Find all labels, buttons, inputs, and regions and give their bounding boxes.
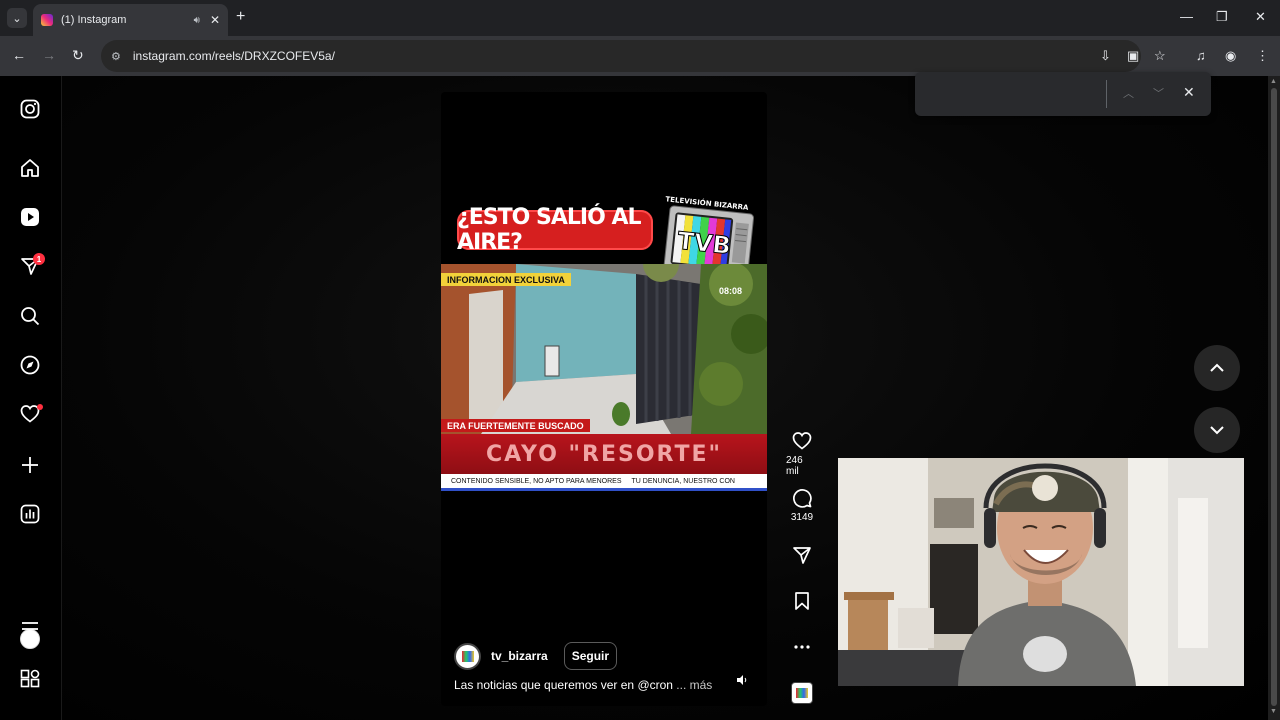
speaker-icon[interactable]: 🔊︎ — [194, 15, 200, 26]
more-menu-icon[interactable]: ⋮ — [1256, 48, 1269, 64]
forward-icon[interactable]: → — [42, 47, 56, 63]
video-headline-banner: ¿ESTO SALIÓ AL AIRE? — [457, 205, 653, 255]
exclusive-info-tag: INFORMACION EXCLUSIVA — [441, 273, 571, 286]
broadcast-clock: 08:08 — [719, 286, 743, 296]
next-reel-button[interactable] — [1194, 407, 1240, 453]
reels-icon[interactable] — [19, 206, 41, 228]
scroll-down-icon[interactable]: ▼ — [1270, 708, 1277, 715]
more-horizontal-icon[interactable] — [792, 637, 812, 657]
original-audio-thumbnail[interactable] — [791, 682, 813, 704]
like-count: 246 mil — [786, 455, 803, 477]
caption-text: Las noticias que queremos ver en @cron — [454, 678, 673, 692]
find-divider — [1106, 80, 1107, 108]
browser-tab[interactable]: (1) Instagram 🔊︎ ✕ — [33, 4, 228, 36]
instagram-logo-icon[interactable] — [19, 98, 41, 120]
page-scrollbar[interactable]: ▲ ▼ — [1268, 76, 1280, 720]
author-avatar[interactable] — [454, 642, 481, 670]
minimize-icon[interactable]: — — [1180, 9, 1193, 24]
instagram-favicon-icon — [41, 14, 53, 26]
home-icon[interactable] — [19, 157, 41, 179]
like-action[interactable]: 246 mil — [786, 431, 818, 477]
author-username[interactable]: tv_bizarra — [491, 649, 548, 663]
ticker-item: TU DENUNCIA, NUESTRO CON — [631, 477, 735, 485]
reload-icon[interactable]: ↻ — [72, 47, 84, 64]
activity-dot — [37, 404, 43, 410]
media-control-icon[interactable]: ♫ — [1196, 48, 1206, 63]
dashboard-icon[interactable] — [19, 503, 41, 525]
explore-icon[interactable] — [19, 354, 41, 376]
ticker-strip — [441, 488, 767, 491]
browser-toolbar: ← → ↻ ⚙ instagram.com/reels/DRXZCOFEV5a/… — [0, 36, 1280, 76]
more-options-action[interactable] — [786, 637, 818, 657]
reel-video[interactable]: ¿ESTO SALIÓ AL AIRE? TVB TELEVISIÓN BIZA… — [441, 92, 767, 706]
scroll-up-icon[interactable]: ▲ — [1270, 78, 1277, 85]
comment-count: 3149 — [790, 512, 814, 523]
save-action[interactable] — [786, 591, 818, 611]
follow-button[interactable]: Seguir — [563, 642, 618, 670]
reel-author-row: tv_bizarra Seguir — [454, 642, 618, 670]
site-info-icon[interactable]: ⚙ — [111, 50, 121, 63]
close-window-icon[interactable]: ✕ — [1255, 9, 1266, 25]
webcam-overlay-image — [838, 458, 1244, 686]
tab-search-button[interactable]: ⌄ — [7, 8, 27, 28]
close-tab-icon[interactable]: ✕ — [210, 13, 220, 27]
find-previous-icon[interactable]: ︿ — [1123, 85, 1134, 101]
find-input[interactable] — [927, 82, 1107, 104]
share-icon[interactable] — [792, 545, 812, 565]
comment-action[interactable]: 3149 — [786, 488, 818, 523]
address-bar[interactable]: ⚙ instagram.com/reels/DRXZCOFEV5a/ — [101, 40, 1141, 72]
bookmark-icon[interactable] — [792, 591, 812, 611]
ticker-item: CONTENIDO SENSIBLE, NO APTO PARA MENORES — [451, 477, 622, 485]
instagram-sidebar — [0, 76, 62, 720]
mute-toggle[interactable] — [734, 672, 750, 688]
menu-icon[interactable] — [19, 618, 41, 640]
find-next-icon[interactable]: ﹀ — [1153, 85, 1164, 101]
news-ticker: CONTENIDO SENSIBLE, NO APTO PARA MENORES… — [441, 474, 767, 488]
lower-third-tag: ERA FUERTEMENTE BUSCADO — [441, 419, 590, 432]
restore-icon[interactable]: ❐ — [1216, 9, 1228, 25]
install-app-icon[interactable]: ⇩ — [1100, 48, 1111, 64]
find-in-page-bar: ︿ ﹀ ✕ — [915, 72, 1211, 116]
find-close-icon[interactable]: ✕ — [1183, 84, 1195, 101]
search-icon[interactable] — [19, 305, 41, 327]
reel-caption[interactable]: Las noticias que queremos ver en @cron .… — [454, 678, 712, 692]
create-icon[interactable] — [19, 454, 41, 476]
speaker-icon — [737, 675, 747, 685]
url-text[interactable]: instagram.com/reels/DRXZCOFEV5a/ — [133, 49, 335, 63]
back-icon[interactable]: ← — [12, 47, 26, 63]
notification-count-badge: 1 — [33, 253, 45, 265]
caption-more-link[interactable]: ... más — [673, 678, 712, 692]
like-heart-icon[interactable] — [792, 431, 812, 451]
new-tab-button[interactable]: + — [236, 9, 245, 25]
bookmark-star-icon[interactable]: ☆ — [1154, 48, 1166, 64]
tab-title: (1) Instagram — [61, 14, 127, 26]
page-find-icon[interactable]: ▣ — [1127, 48, 1139, 64]
chevron-down-icon — [1210, 426, 1224, 435]
tvb-logo-text: TVB — [676, 227, 732, 260]
profile-icon[interactable]: ◉ — [1225, 48, 1236, 64]
comment-icon[interactable] — [792, 488, 812, 508]
scroll-thumb[interactable] — [1271, 88, 1277, 706]
browser-tab-strip: ⌄ (1) Instagram 🔊︎ ✕ + — ❐ ✕ — [0, 0, 1280, 36]
lower-third-title: CAYO "RESORTE" — [441, 434, 767, 474]
share-action[interactable] — [786, 545, 818, 565]
also-from-meta-icon[interactable] — [19, 668, 41, 690]
chevron-up-icon — [1210, 363, 1224, 372]
previous-reel-button[interactable] — [1194, 345, 1240, 391]
